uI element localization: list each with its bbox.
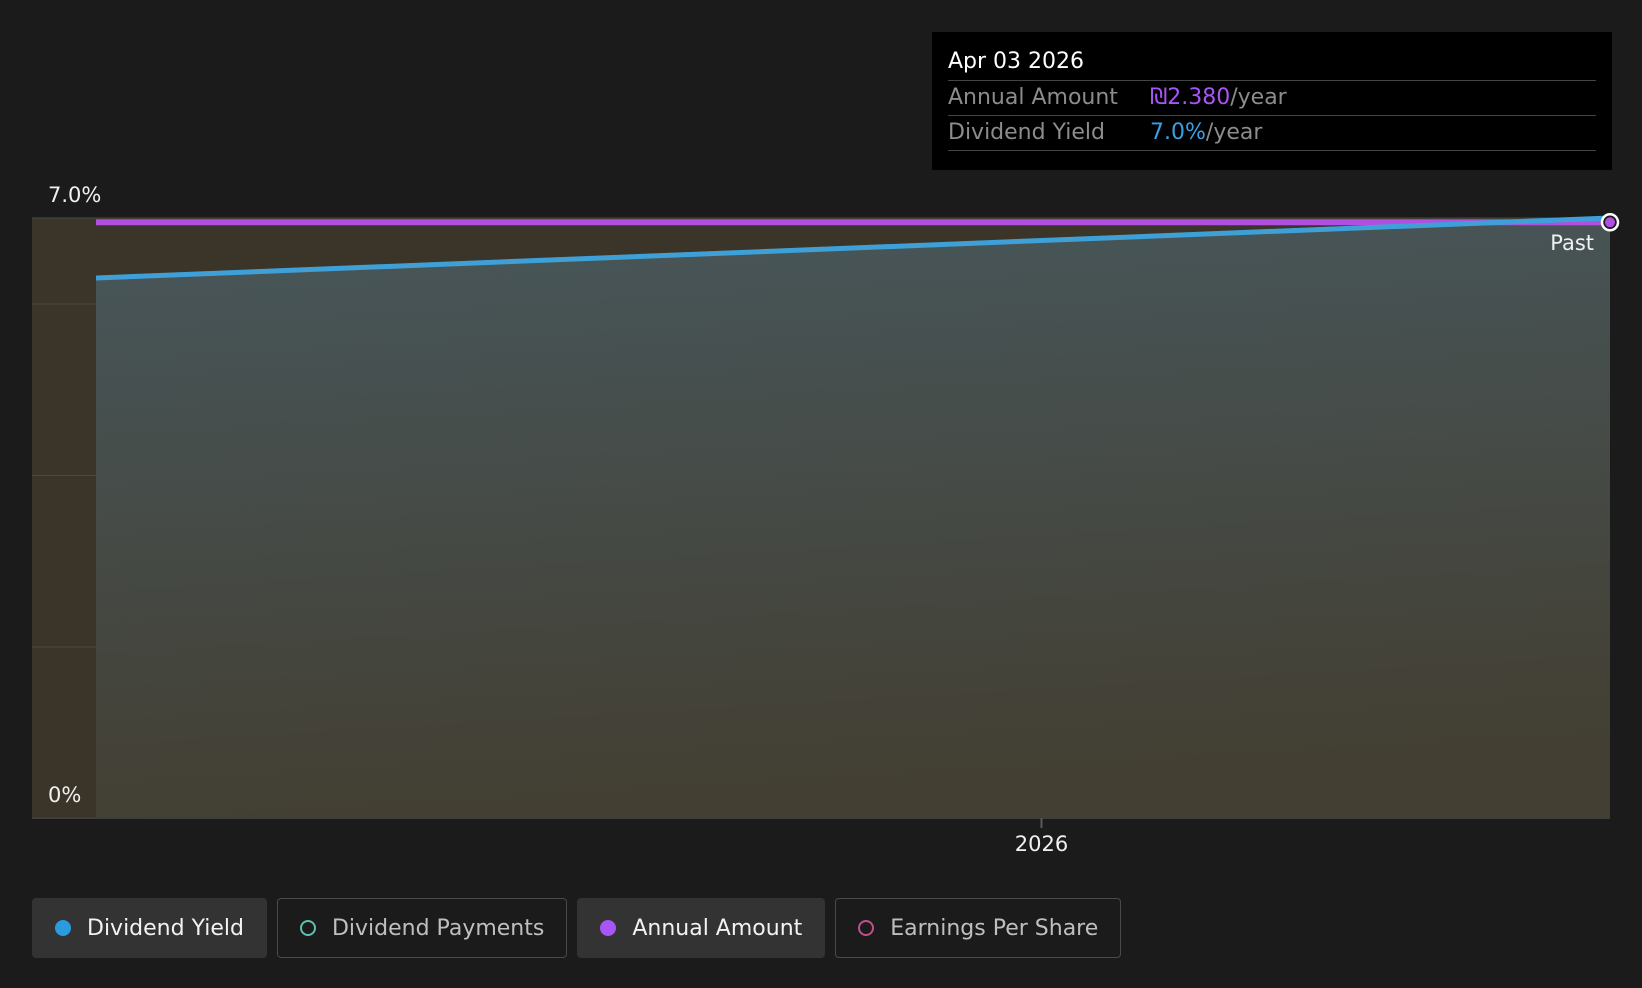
tooltip-value: ₪2.380 [1150, 85, 1231, 110]
legend: Dividend Yield Dividend Payments Annual … [32, 898, 1122, 958]
filled-dot-icon [600, 920, 617, 936]
hover-point-core [1605, 217, 1615, 228]
legend-item-dividend-payments[interactable]: Dividend Payments [276, 898, 568, 958]
past-label: Past [1550, 231, 1594, 255]
hollow-dot-icon [299, 920, 316, 936]
y-tick-label-top: 7.0% [48, 183, 101, 207]
legend-item-earnings-per-share[interactable]: Earnings Per Share [835, 898, 1122, 958]
y-tick-label-bottom: 0% [48, 783, 81, 807]
tooltip-row-dividend-yield: Dividend Yield 7.0% /year [948, 116, 1596, 151]
tooltip: Apr 03 2026 Annual Amount ₪2.380 /year D… [932, 32, 1612, 170]
x-axis-ticks: 2026 [1015, 818, 1068, 856]
legend-label: Annual Amount [632, 915, 803, 941]
hollow-dot-icon [858, 920, 875, 936]
tooltip-unit: /year [1230, 85, 1287, 110]
hover-marker [1600, 213, 1620, 232]
tooltip-label: Dividend Yield [948, 120, 1105, 145]
tooltip-label: Annual Amount [948, 85, 1118, 110]
legend-item-dividend-yield[interactable]: Dividend Yield [32, 898, 267, 958]
filled-dot-icon [55, 920, 71, 936]
tooltip-date: Apr 03 2026 [948, 46, 1596, 81]
legend-label: Earnings Per Share [890, 915, 1099, 941]
x-tick-label: 2026 [1015, 832, 1068, 856]
tooltip-row-annual-amount: Annual Amount ₪2.380 /year [948, 81, 1596, 116]
legend-label: Dividend Payments [331, 915, 545, 941]
legend-item-annual-amount[interactable]: Annual Amount [577, 898, 826, 958]
tooltip-value: 7.0% [1150, 120, 1206, 145]
dividend-yield-area [96, 218, 1610, 818]
legend-label: Dividend Yield [87, 915, 244, 941]
tooltip-unit: /year [1205, 120, 1263, 145]
